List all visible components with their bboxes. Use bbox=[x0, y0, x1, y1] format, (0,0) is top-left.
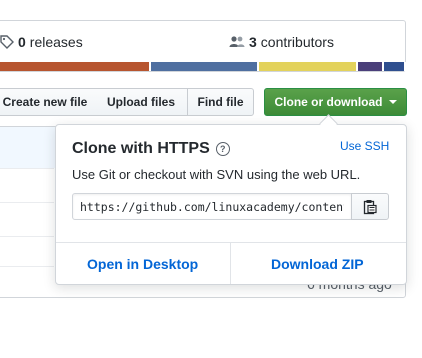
use-ssh-link[interactable]: Use SSH bbox=[340, 139, 389, 153]
create-new-file-button[interactable]: Create new file bbox=[0, 88, 96, 116]
clone-title-text: Clone with HTTPS bbox=[72, 140, 210, 157]
clone-title: Clone with HTTPS ? bbox=[72, 140, 230, 158]
upload-files-button[interactable]: Upload files bbox=[95, 88, 188, 116]
clipboard-icon bbox=[363, 199, 377, 214]
releases-stat[interactable]: 0 releases bbox=[0, 34, 83, 50]
people-icon bbox=[229, 36, 245, 47]
copy-url-button[interactable] bbox=[351, 193, 389, 220]
releases-label: releases bbox=[29, 34, 83, 50]
clone-url-input[interactable] bbox=[72, 193, 352, 220]
caret-down-icon bbox=[388, 100, 397, 104]
file-row-divider bbox=[0, 168, 54, 169]
question-circle-icon[interactable]: ? bbox=[215, 142, 230, 156]
clone-button-label: Clone or download bbox=[274, 95, 383, 109]
file-row-highlight bbox=[0, 127, 55, 168]
popover-divider bbox=[56, 242, 406, 243]
contributors-count: 3 bbox=[249, 34, 257, 50]
language-segment bbox=[0, 62, 151, 71]
file-row-divider bbox=[0, 236, 54, 237]
contributors-label: contributors bbox=[260, 34, 334, 50]
language-segment bbox=[384, 62, 406, 71]
language-segment bbox=[358, 62, 384, 71]
popover-vertical-divider bbox=[230, 243, 231, 284]
file-row-divider bbox=[0, 202, 54, 203]
tag-icon bbox=[0, 35, 14, 49]
download-zip-link[interactable]: Download ZIP bbox=[271, 256, 364, 272]
language-segment bbox=[259, 62, 358, 71]
releases-count: 0 bbox=[18, 34, 26, 50]
language-segment bbox=[151, 62, 259, 71]
clone-description: Use Git or checkout with SVN using the w… bbox=[72, 167, 361, 182]
find-file-button[interactable]: Find file bbox=[187, 88, 254, 116]
open-in-desktop-link[interactable]: Open in Desktop bbox=[87, 256, 198, 272]
language-bar[interactable] bbox=[0, 62, 406, 71]
contributors-stat[interactable]: 3 contributors bbox=[229, 34, 334, 50]
clone-or-download-button[interactable]: Clone or download bbox=[264, 88, 407, 116]
file-row-divider bbox=[0, 266, 54, 267]
